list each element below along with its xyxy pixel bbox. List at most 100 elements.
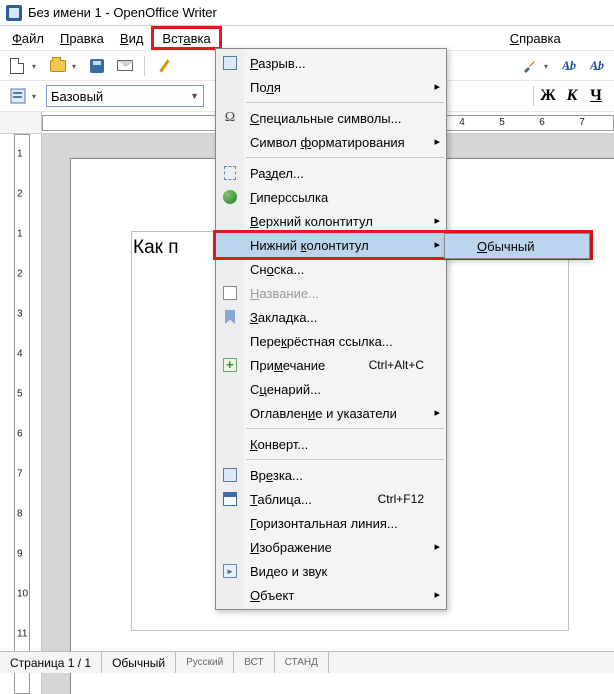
vruler-number: 9	[17, 549, 23, 560]
menu-item[interactable]: Поля	[216, 75, 446, 99]
status-language[interactable]: Русский	[176, 652, 234, 673]
menu-item[interactable]: Закладка...	[216, 305, 446, 329]
italic-button[interactable]: К	[560, 84, 584, 108]
menu-item-label: Врезка...	[250, 468, 303, 483]
paragraph-style-combo[interactable]: Базовый ▼	[46, 85, 204, 107]
menu-item[interactable]: Перекрёстная ссылка...	[216, 329, 446, 353]
status-style[interactable]: Обычный	[102, 652, 176, 673]
vruler-number: 3	[17, 309, 23, 320]
vruler-number: 11	[17, 629, 27, 640]
menu-item-label: Сценарий...	[250, 382, 321, 397]
blank-icon	[221, 404, 239, 422]
menu-item-shortcut: Ctrl+Alt+C	[369, 358, 424, 372]
blank-icon	[221, 212, 239, 230]
status-selection-mode[interactable]: СТАНД	[275, 652, 329, 673]
status-bar: Страница 1 / 1 Обычный Русский ВСТ СТАНД	[0, 651, 614, 673]
menu-item[interactable]: Оглавление и указатели	[216, 401, 446, 425]
table-icon	[221, 490, 239, 508]
autospell-button[interactable]: A͟b	[586, 55, 608, 77]
menu-item-label: Перекрёстная ссылка...	[250, 334, 393, 349]
menu-item[interactable]: Символ форматирования	[216, 130, 446, 154]
globe-icon	[221, 188, 239, 206]
folder-open-icon	[50, 60, 66, 72]
menu-item-label: Название...	[250, 286, 319, 301]
status-page[interactable]: Страница 1 / 1	[0, 652, 102, 673]
abc-check-icon: A͟b	[590, 58, 604, 73]
underline-button[interactable]: Ч	[584, 84, 608, 108]
blank-icon	[221, 78, 239, 96]
menu-item-label: Объект	[250, 588, 294, 603]
insert-menu-popup: Разрыв... Поля ΩСпециальные символы...Симв…	[215, 48, 447, 610]
ruler-number: 4	[459, 117, 465, 128]
menu-item-label: Раздел...	[250, 166, 304, 181]
app-icon	[6, 5, 22, 21]
menu-item-shortcut: Ctrl+F12	[378, 492, 424, 506]
paintbrush-icon	[522, 59, 536, 73]
menu-item[interactable]: Объект	[216, 583, 446, 607]
bookmark-icon	[221, 308, 239, 326]
menu-item[interactable]: ПримечаниеCtrl+Alt+C	[216, 353, 446, 377]
format-paint-button[interactable]	[518, 55, 552, 77]
vruler-number: 2	[17, 269, 23, 280]
paragraph-style-value: Базовый	[51, 89, 103, 104]
menu-item[interactable]: Таблица... Ctrl+F12	[216, 487, 446, 511]
submenu-item-default[interactable]: Обычный	[445, 234, 589, 258]
save-button[interactable]	[86, 55, 108, 77]
vertical-ruler[interactable]: 121234567891011	[0, 134, 42, 694]
menu-item[interactable]: Видео и звук	[216, 559, 446, 583]
blank-icon	[221, 435, 239, 453]
menu-item[interactable]: Врезка...	[216, 463, 446, 487]
menu-item-label: Оглавление и указатели	[250, 406, 397, 421]
label-icon	[221, 284, 239, 302]
new-doc-button[interactable]	[6, 55, 40, 77]
menu-file[interactable]: Файл	[4, 26, 52, 50]
menu-item-label: Таблица...	[250, 492, 312, 507]
menu-item[interactable]: Горизонтальная линия...	[216, 511, 446, 535]
vruler-number: 4	[17, 349, 23, 360]
menu-item[interactable]: Сноска...	[216, 257, 446, 281]
menu-item[interactable]: Разрыв...	[216, 51, 446, 75]
blank-icon	[221, 538, 239, 556]
menu-insert[interactable]: Вставка	[151, 26, 221, 50]
menu-separator	[246, 428, 444, 429]
menu-item[interactable]: Раздел...	[216, 161, 446, 185]
menu-item[interactable]: Нижний колонтитул	[216, 233, 446, 257]
toolbar-separator	[144, 56, 145, 76]
menu-item[interactable]: ΩСпециальные символы...	[216, 106, 446, 130]
bold-button[interactable]: Ж	[536, 84, 560, 108]
section-icon	[221, 164, 239, 182]
document-icon	[10, 58, 24, 74]
plus-icon	[221, 356, 239, 374]
menu-separator	[246, 102, 444, 103]
menu-view[interactable]: Вид	[112, 26, 152, 50]
menu-item[interactable]: Гиперссылка	[216, 185, 446, 209]
menu-item-label: Конверт...	[250, 437, 308, 452]
mail-button[interactable]	[114, 55, 136, 77]
menu-item-label: Верхний колонтитул	[250, 214, 373, 229]
window-title: Без имени 1 - OpenOffice Writer	[28, 5, 217, 20]
menu-item[interactable]: Верхний колонтитул	[216, 209, 446, 233]
menu-separator	[246, 459, 444, 460]
menu-item[interactable]: Изображение	[216, 535, 446, 559]
menu-help[interactable]: Справка	[502, 26, 569, 50]
toolbar-separator	[533, 86, 534, 106]
footer-submenu-popup: Обычный	[444, 233, 590, 259]
menu-item-label: Видео и звук	[250, 564, 327, 579]
edit-button[interactable]	[153, 55, 175, 77]
blank-icon	[221, 133, 239, 151]
open-button[interactable]	[46, 55, 80, 77]
abc-icon: A͟b	[562, 58, 576, 73]
spellcheck-button[interactable]: A͟b	[558, 55, 580, 77]
menu-item-label: Поля	[250, 80, 281, 95]
box-icon	[221, 54, 239, 72]
menu-item[interactable]: Конверт...	[216, 432, 446, 456]
vruler-number: 10	[17, 589, 28, 600]
status-insert-mode[interactable]: ВСТ	[234, 652, 274, 673]
vruler-number: 6	[17, 429, 23, 440]
menu-item[interactable]: Сценарий...	[216, 377, 446, 401]
menu-edit[interactable]: Правка	[52, 26, 112, 50]
menu-bar: Файл Правка Вид Вставка Справка	[0, 26, 614, 50]
styles-window-button[interactable]	[6, 85, 40, 107]
vruler-number: 5	[17, 389, 23, 400]
menu-item-label: Нижний колонтитул	[250, 238, 369, 253]
